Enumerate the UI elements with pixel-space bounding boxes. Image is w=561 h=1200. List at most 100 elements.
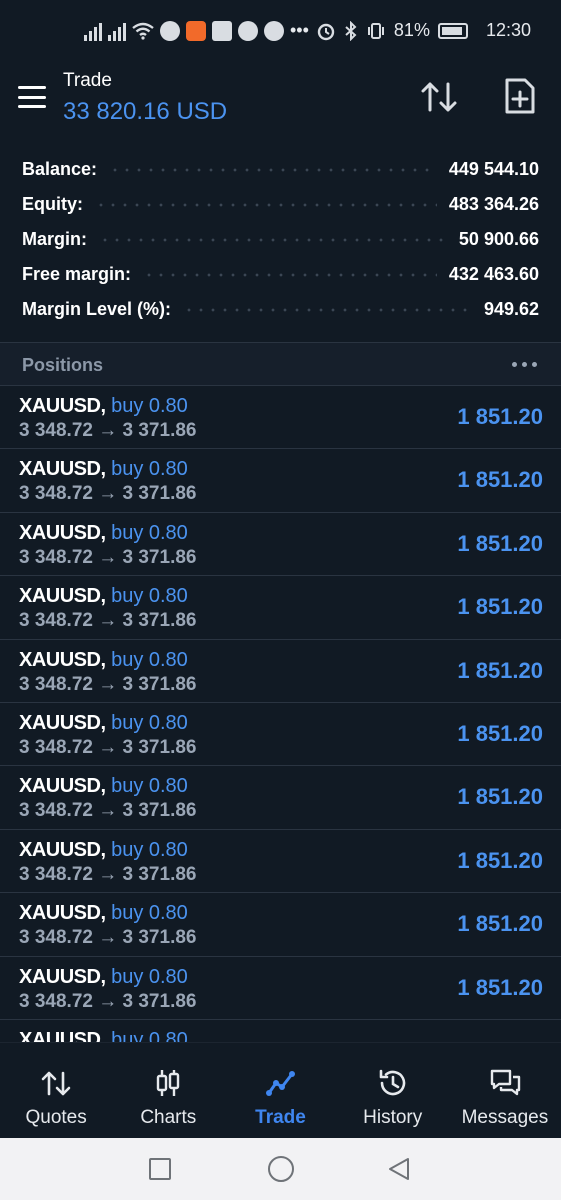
status-time: 12:30 bbox=[485, 20, 531, 40]
quotes-icon bbox=[41, 1071, 71, 1096]
positions-header: Positions bbox=[0, 343, 561, 385]
position-row[interactable]: XAUUSD, buy 0.80 3 348.72 → 3 371.86 1 8… bbox=[0, 640, 561, 703]
position-row[interactable]: XAUUSD, buy 0.80 3 348.72 → 3 371.86 1 8… bbox=[0, 449, 561, 513]
position-type: buy 0.80 bbox=[111, 965, 188, 988]
position-type: buy 0.80 bbox=[111, 521, 188, 544]
position-row[interactable]: XAUUSD, buy 0.80 3 348.72 → 3 371.86 1 8… bbox=[0, 386, 561, 450]
signal-4g-icon bbox=[108, 21, 126, 41]
position-title: XAUUSD, buy 0.80 bbox=[19, 966, 188, 989]
position-profit: 1 851.20 bbox=[457, 404, 543, 429]
position-profit: 1 851.20 bbox=[457, 530, 543, 556]
trade-icon bbox=[265, 1071, 295, 1096]
app-header: Trade 33 820.16 USD bbox=[0, 64, 561, 144]
dotted-leader bbox=[95, 202, 437, 207]
messenger-icon bbox=[264, 20, 284, 41]
nav-label: Charts bbox=[140, 1107, 197, 1128]
signal-icon bbox=[84, 21, 102, 41]
position-title: XAUUSD, buy 0.80 bbox=[19, 839, 188, 862]
position-type: buy 0.80 bbox=[111, 1028, 188, 1042]
nav-item-quotes[interactable]: Quotes bbox=[0, 1043, 112, 1138]
new-order-icon[interactable] bbox=[503, 76, 537, 116]
summary-row-margin: Margin: 50 900.66 bbox=[0, 222, 561, 257]
nav-label: History bbox=[363, 1107, 423, 1128]
battery-icon bbox=[437, 22, 468, 39]
dotted-leader bbox=[109, 167, 437, 172]
page-title: Trade bbox=[63, 70, 112, 91]
summary-label: Margin: bbox=[22, 229, 87, 249]
position-row[interactable]: XAUUSD, buy 0.80 3 348.72 → 3 371.86 1 8… bbox=[0, 893, 561, 957]
dotted-leader bbox=[143, 272, 437, 277]
summary-label: Balance: bbox=[22, 159, 98, 179]
position-title: XAUUSD, buy 0.80 bbox=[19, 649, 188, 672]
bluetooth-icon bbox=[345, 20, 357, 41]
summary-label: Equity: bbox=[22, 194, 83, 214]
position-title: XAUUSD, buy 0.80 bbox=[19, 1029, 188, 1042]
header-balance: 33 820.16 USD bbox=[63, 98, 228, 125]
position-prices: 3 348.72 → 3 371.86 bbox=[19, 673, 197, 695]
position-prices: 3 348.72 → 3 371.86 bbox=[19, 927, 197, 949]
nav-item-trade[interactable]: Trade bbox=[224, 1043, 336, 1138]
home-button[interactable] bbox=[268, 1156, 294, 1182]
position-title: XAUUSD, buy 0.80 bbox=[19, 712, 188, 735]
position-symbol: XAUUSD, bbox=[19, 458, 106, 481]
app-icon bbox=[186, 20, 206, 41]
summary-row-balance: Balance: 449 544.10 bbox=[0, 152, 561, 187]
position-profit: 1 851.20 bbox=[457, 594, 543, 620]
menu-icon[interactable] bbox=[18, 86, 46, 108]
position-symbol: XAUUSD, bbox=[19, 585, 106, 608]
position-row[interactable]: XAUUSD, buy 0.80 3 348.72 → 3 371.86 1 8… bbox=[0, 957, 561, 1020]
position-type: buy 0.80 bbox=[111, 711, 188, 734]
battery-percent: 81% bbox=[393, 20, 430, 40]
position-prices: 3 348.72 → 3 371.86 bbox=[19, 610, 197, 632]
summary-row-free-margin: Free margin: 432 463.60 bbox=[0, 257, 561, 292]
position-type: buy 0.80 bbox=[111, 458, 188, 481]
position-row[interactable]: XAUUSD, buy 0.80 3 348.72 → 3 371.86 1 8… bbox=[0, 576, 561, 640]
summary-value: 449 544.10 bbox=[448, 159, 539, 179]
more-options-icon[interactable] bbox=[512, 362, 537, 367]
position-type: buy 0.80 bbox=[111, 648, 188, 671]
position-row[interactable]: XAUUSD, buy 0.80 3 348.72 → 3 371.86 1 8… bbox=[0, 513, 561, 577]
summary-value: 483 364.26 bbox=[448, 194, 539, 214]
position-prices: 3 348.72 → 3 371.86 bbox=[19, 546, 197, 568]
position-profit: 1 851.20 bbox=[457, 847, 543, 873]
position-row[interactable]: XAUUSD, buy 0.80 3 348.72 → 3 371.86 1 8… bbox=[0, 703, 561, 767]
position-title: XAUUSD, buy 0.80 bbox=[19, 458, 188, 481]
more-notifications-icon: ••• bbox=[290, 20, 309, 40]
nav-item-messages[interactable]: Messages bbox=[449, 1043, 561, 1138]
messages-icon bbox=[490, 1069, 521, 1096]
dotted-leader bbox=[183, 307, 472, 312]
alarm-icon bbox=[317, 23, 335, 40]
position-row[interactable]: XAUUSD, buy 0.80 3 348.72 → 3 371.86 1 8… bbox=[0, 766, 561, 830]
status-bar: ••• 81% 12:30 bbox=[0, 0, 561, 64]
dotted-leader bbox=[99, 237, 447, 242]
summary-value: 50 900.66 bbox=[458, 229, 539, 249]
summary-row-equity: Equity: 483 364.26 bbox=[0, 187, 561, 222]
position-symbol: XAUUSD, bbox=[19, 902, 106, 925]
sort-icon[interactable] bbox=[420, 80, 458, 114]
position-symbol: XAUUSD, bbox=[19, 711, 106, 734]
recent-apps-button[interactable] bbox=[149, 1158, 171, 1180]
position-symbol: XAUUSD, bbox=[19, 648, 106, 671]
position-prices: 3 348.72 → 3 371.86 bbox=[19, 800, 197, 822]
system-nav-bar bbox=[0, 1138, 561, 1200]
back-button[interactable] bbox=[386, 1156, 412, 1182]
nav-label: Trade bbox=[255, 1107, 306, 1128]
messenger-icon bbox=[238, 20, 258, 41]
position-row[interactable]: XAUUSD, buy 0.80 bbox=[0, 1020, 561, 1042]
nav-item-charts[interactable]: Charts bbox=[112, 1043, 224, 1138]
position-prices: 3 348.72 → 3 371.86 bbox=[19, 736, 197, 758]
summary-label: Margin Level (%): bbox=[22, 299, 172, 319]
position-profit: 1 851.20 bbox=[457, 720, 543, 746]
position-profit: 1 851.20 bbox=[457, 467, 543, 493]
position-symbol: XAUUSD, bbox=[19, 965, 106, 988]
position-type: buy 0.80 bbox=[111, 585, 188, 608]
nav-label: Quotes bbox=[25, 1107, 87, 1128]
nav-item-history[interactable]: History bbox=[337, 1043, 449, 1138]
positions-list: XAUUSD, buy 0.80 3 348.72 → 3 371.86 1 8… bbox=[0, 386, 561, 1042]
position-title: XAUUSD, buy 0.80 bbox=[19, 395, 188, 418]
charts-icon bbox=[157, 1070, 180, 1096]
account-summary: Balance: 449 544.10 Equity: 483 364.26 M… bbox=[0, 152, 561, 327]
position-row[interactable]: XAUUSD, buy 0.80 3 348.72 → 3 371.86 1 8… bbox=[0, 830, 561, 894]
summary-row-margin-level: Margin Level (%): 949.62 bbox=[0, 292, 561, 327]
position-title: XAUUSD, buy 0.80 bbox=[19, 902, 188, 925]
